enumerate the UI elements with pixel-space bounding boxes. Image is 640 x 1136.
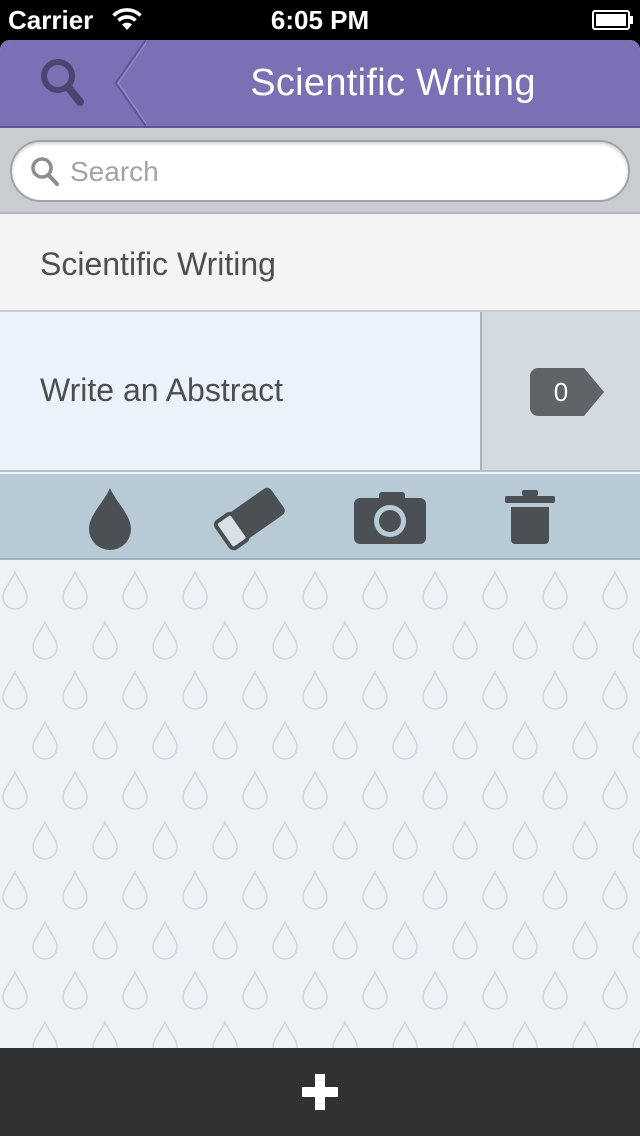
empty-content-area — [0, 560, 640, 1048]
trash-button[interactable] — [485, 474, 575, 560]
list-item[interactable]: Write an Abstract 0 — [0, 312, 640, 472]
item-toolbar — [0, 474, 640, 560]
drop-button[interactable] — [65, 474, 155, 560]
eraser-button[interactable] — [205, 474, 295, 560]
drop-pattern-background — [0, 560, 640, 1048]
eraser-icon — [213, 487, 285, 551]
navigation-bar: Scientific Writing — [0, 40, 640, 128]
count-badge: 0 — [530, 368, 604, 416]
section-title: Scientific Writing — [40, 246, 276, 282]
app-window: Scientific Writing Scientific Writing Wr… — [0, 40, 640, 1136]
camera-button[interactable] — [345, 474, 435, 560]
battery-icon — [592, 10, 633, 30]
trash-icon — [505, 490, 555, 544]
list-section-header[interactable]: Scientific Writing — [0, 216, 640, 312]
page-title: Scientific Writing — [250, 62, 536, 104]
add-button[interactable] — [280, 1052, 360, 1132]
status-time: 6:05 PM — [270, 5, 370, 35]
search-field[interactable] — [10, 140, 630, 202]
search-bar — [0, 128, 640, 214]
status-bar: Carrier 6:05 PM — [0, 0, 640, 40]
search-input[interactable] — [70, 150, 610, 194]
search-icon — [41, 40, 146, 126]
search-icon — [31, 157, 59, 186]
item-count-button[interactable]: 0 — [480, 312, 640, 470]
count-badge-label: 0 — [553, 377, 569, 407]
drop-icon — [89, 488, 131, 550]
search-toggle-button[interactable] — [0, 40, 146, 126]
list-item-title: Write an Abstract — [40, 372, 284, 408]
plus-icon — [302, 1074, 338, 1110]
camera-icon — [354, 492, 426, 544]
bottom-bar — [0, 1048, 640, 1136]
